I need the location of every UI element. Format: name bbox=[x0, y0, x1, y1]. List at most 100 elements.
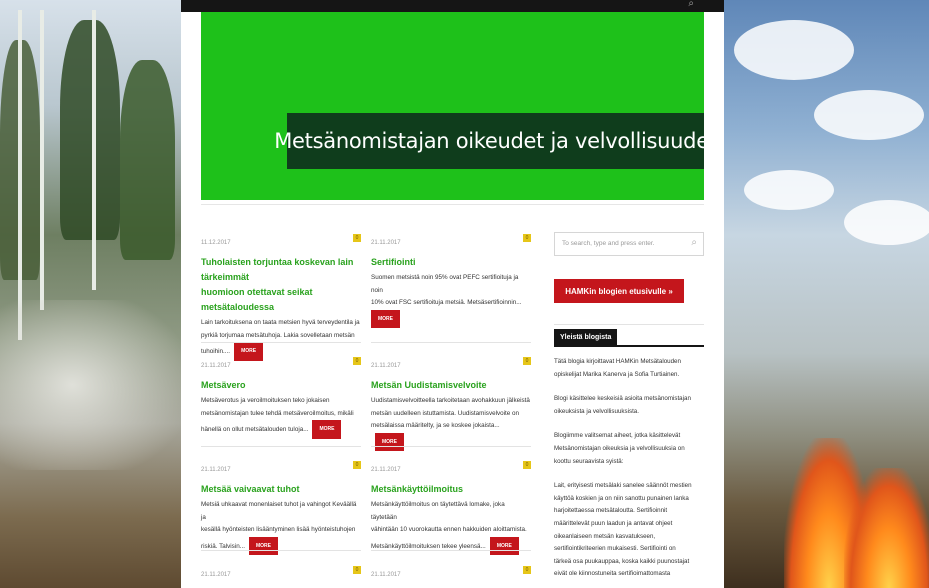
post-divider bbox=[201, 550, 361, 551]
about-line: Lait, erityisesti metsälaki sanelee sään… bbox=[554, 482, 692, 490]
post-date: 21.11.2017 bbox=[201, 363, 231, 369]
post-card: 21.11.2017 0 Metsävero Metsäverotus ja v… bbox=[201, 357, 361, 447]
about-line: Blogi käsittelee keskeisiä asioita metsä… bbox=[554, 395, 691, 403]
excerpt-line: Metsäverotus ja veroilmoituksen teko jok… bbox=[201, 397, 330, 404]
post-card: 21.11.2017 0 bbox=[201, 566, 361, 580]
sidebar-divider bbox=[554, 324, 704, 325]
post-date: 21.11.2017 bbox=[201, 572, 231, 578]
post-divider bbox=[371, 550, 531, 551]
post-excerpt: Uudistamisvelvoitteella tarkoitetaan avo… bbox=[371, 395, 531, 451]
about-line: tärkeä osa puukauppaa, koska kaikki puun… bbox=[554, 557, 690, 565]
post-divider bbox=[201, 342, 361, 343]
excerpt-line: Metsänkäyttöilmoituksen tekee yleensä... bbox=[371, 542, 486, 550]
post-card: 21.11.2017 0 Sertifiointi Suomen metsist… bbox=[371, 234, 531, 343]
comment-count-badge[interactable]: 0 bbox=[353, 566, 361, 574]
blog-home-button[interactable]: HAMKin blogien etusivulle » bbox=[554, 279, 684, 303]
hero-title-box: Metsänomistajan oikeudet ja velvollisuud… bbox=[274, 113, 717, 169]
comment-count-badge[interactable]: 0 bbox=[523, 566, 531, 574]
sidebar: To search, type and press enter. ⌕ HAMKi… bbox=[554, 232, 704, 577]
search-input[interactable]: To search, type and press enter. ⌕ bbox=[554, 232, 704, 256]
about-line: määrittelevät puun laadun ja antavat ohj… bbox=[554, 519, 673, 527]
post-date: 21.11.2017 bbox=[371, 363, 401, 369]
post-excerpt: Lain tarkoituksena on taata metsien hyvä… bbox=[201, 317, 361, 361]
post-date: 21.11.2017 bbox=[201, 467, 231, 473]
about-heading-underline bbox=[554, 345, 704, 347]
about-line: koottu seuraavista syistä: bbox=[554, 457, 624, 465]
about-line: sertifiointikriteerien mukaisesti. Serti… bbox=[554, 545, 676, 553]
blog-page: ⌕ Metsänomistajan oikeudet ja velvollisu… bbox=[181, 0, 724, 588]
more-button[interactable]: MORE bbox=[371, 309, 400, 328]
excerpt-line: vähintään 10 vuorokautta ennen hakkuiden… bbox=[371, 526, 527, 533]
hero-divider bbox=[201, 204, 704, 205]
post-title[interactable]: Metsävero bbox=[201, 378, 361, 393]
post-card: 11.12.2017 0 Tuholaisten torjuntaa koske… bbox=[201, 234, 361, 361]
comment-count-badge[interactable]: 0 bbox=[353, 234, 361, 242]
excerpt-line: Metsiä uhkaavat monenlaiset tuhot ja vah… bbox=[201, 501, 357, 521]
excerpt-line: 10% ovat FSC sertifioituja metsiä. Metsä… bbox=[371, 299, 522, 306]
post-title[interactable]: Metsän Uudistamisvelvoite bbox=[371, 378, 531, 393]
about-line: eivät ole kiinnostuneita sertifioimattom… bbox=[554, 570, 671, 578]
more-button[interactable]: MORE bbox=[312, 420, 342, 439]
about-paragraph: Lait, erityisesti metsälaki sanelee sään… bbox=[554, 480, 704, 581]
comment-count-badge[interactable]: 0 bbox=[523, 357, 531, 365]
post-excerpt: Suomen metsistä noin 95% ovat PEFC serti… bbox=[371, 272, 531, 328]
about-line: opiskelijat Marika Kanerva ja Sofia Turt… bbox=[554, 370, 680, 378]
about-line: oikeuksista ja velvollisuuksista. bbox=[554, 407, 639, 415]
about-text: Tätä blogia kirjoittavat HAMKin Metsätal… bbox=[554, 356, 704, 588]
post-title[interactable]: Metsänkäyttöilmoitus bbox=[371, 482, 531, 497]
post-excerpt: Metsäverotus ja veroilmoituksen teko jok… bbox=[201, 395, 361, 439]
post-title[interactable]: Tuholaisten torjuntaa koskevan lain tärk… bbox=[201, 255, 361, 315]
post-date: 21.11.2017 bbox=[371, 467, 401, 473]
comment-count-badge[interactable]: 0 bbox=[523, 234, 531, 242]
about-line: harjoitettaessa metsätaloutta. Sertifioi… bbox=[554, 507, 668, 515]
about-paragraph: Blogiimme valitsemat aiheet, jotka käsit… bbox=[554, 430, 704, 468]
about-line: Blogiimme valitsemat aiheet, jotka käsit… bbox=[554, 432, 681, 440]
about-line: oikeanlaiseen metsän kasvatukseen, bbox=[554, 532, 656, 540]
hero-title: Metsänomistajan oikeudet ja velvollisuud… bbox=[274, 129, 717, 153]
about-heading: Yleistä blogista bbox=[554, 329, 618, 346]
search-icon[interactable]: ⌕ bbox=[688, 0, 694, 9]
excerpt-line: pyrkiä torjumaa metsätuhoja. Lakia sovel… bbox=[201, 331, 355, 339]
comment-count-badge[interactable]: 0 bbox=[353, 357, 361, 365]
about-line: käyttöä koskien ja on niin sanottu punai… bbox=[554, 494, 689, 502]
more-button[interactable]: MORE bbox=[234, 342, 264, 361]
post-card: 21.11.2017 0 Metsää vaivaavat tuhot Mets… bbox=[201, 461, 361, 555]
excerpt-line: Lain tarkoituksena on taata metsien hyvä… bbox=[201, 319, 360, 326]
post-card: 21.11.2017 0 bbox=[371, 566, 531, 580]
post-excerpt: Metsänkäyttöilmoitus on täytettävä lomak… bbox=[371, 499, 531, 555]
more-button[interactable]: MORE bbox=[489, 536, 519, 555]
post-title[interactable]: Sertifiointi bbox=[371, 255, 531, 270]
search-icon[interactable]: ⌕ bbox=[691, 237, 697, 248]
more-button[interactable]: MORE bbox=[248, 536, 278, 555]
post-divider bbox=[371, 342, 531, 343]
post-card: 21.11.2017 0 Metsän Uudistamisvelvoite U… bbox=[371, 357, 531, 451]
excerpt-line: metsänomistajan tulee tehdä metsäveroilm… bbox=[201, 409, 354, 417]
about-paragraph: Tätä blogia kirjoittavat HAMKin Metsätal… bbox=[554, 356, 704, 381]
background-forest-fire-right bbox=[724, 0, 929, 588]
about-paragraph: Blogi käsittelee keskeisiä asioita metsä… bbox=[554, 393, 704, 418]
post-title[interactable]: Metsää vaivaavat tuhot bbox=[201, 482, 361, 497]
post-date: 21.11.2017 bbox=[371, 572, 401, 578]
comment-count-badge[interactable]: 0 bbox=[523, 461, 531, 469]
excerpt-line: Metsänkäyttöilmoitus on täytettävä lomak… bbox=[371, 501, 505, 521]
excerpt-line: metsän uudelleen istuttamista. Uudistami… bbox=[371, 409, 520, 417]
top-navigation-bar: ⌕ bbox=[181, 0, 724, 12]
post-divider bbox=[201, 446, 361, 447]
excerpt-line: kesällä hyönteisten lisääntyminen lisää … bbox=[201, 526, 356, 533]
about-line: Metsänomistajan oikeuksia ja velvollisuu… bbox=[554, 444, 685, 452]
post-excerpt: Metsiä uhkaavat monenlaiset tuhot ja vah… bbox=[201, 499, 361, 555]
post-title-line[interactable]: huomioon otettavat seikat metsätaloudess… bbox=[201, 285, 361, 315]
post-title-line[interactable]: Tuholaisten torjuntaa koskevan lain tärk… bbox=[201, 255, 361, 285]
excerpt-line: Suomen metsistä noin 95% ovat PEFC serti… bbox=[371, 274, 519, 294]
post-card: 21.11.2017 0 Metsänkäyttöilmoitus Metsän… bbox=[371, 461, 531, 555]
background-forest-left bbox=[0, 0, 181, 588]
about-line: Tätä blogia kirjoittavat HAMKin Metsätal… bbox=[554, 358, 681, 365]
comment-count-badge[interactable]: 0 bbox=[353, 461, 361, 469]
excerpt-line: tuhoihin.... bbox=[201, 347, 231, 355]
post-date: 21.11.2017 bbox=[371, 240, 401, 246]
excerpt-line: hänellä on ollut metsätalouden tuloja... bbox=[201, 425, 309, 433]
post-divider bbox=[371, 446, 531, 447]
excerpt-line: Uudistamisvelvoitteella tarkoitetaan avo… bbox=[371, 397, 530, 404]
more-button[interactable]: MORE bbox=[375, 432, 404, 451]
excerpt-line: riskiä. Talvisin... bbox=[201, 542, 245, 550]
